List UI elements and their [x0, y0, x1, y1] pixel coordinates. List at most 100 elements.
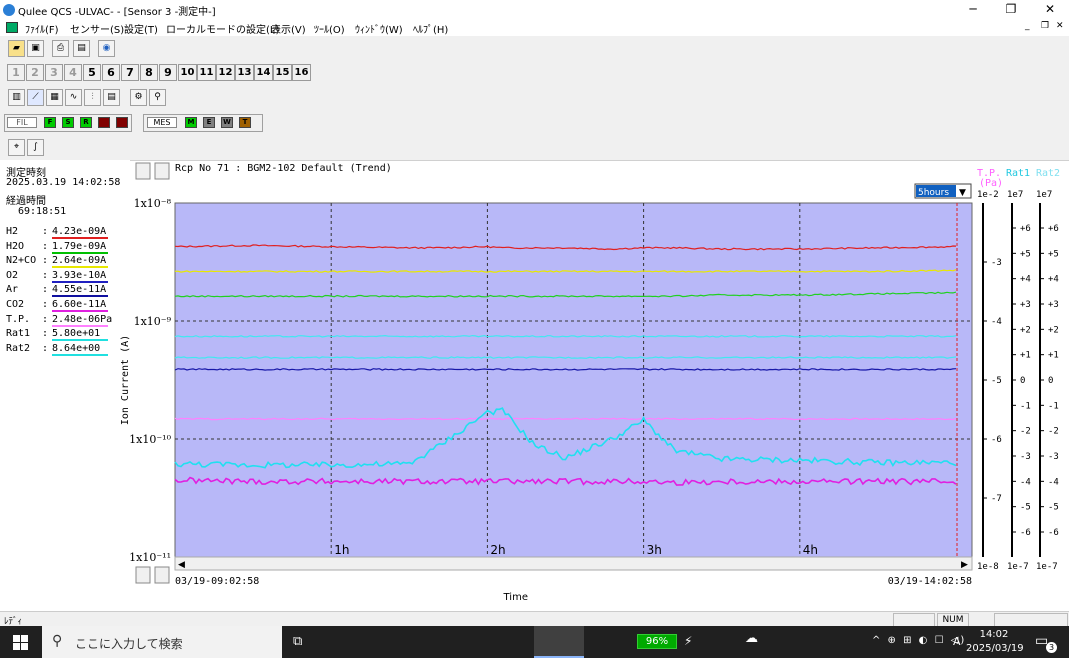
mdi-minimize-button[interactable]: _: [1025, 21, 1030, 31]
spectrum-graph-icon[interactable]: ▦: [46, 89, 63, 106]
rat2-axis-top: 1e7: [1036, 190, 1052, 200]
sensor-tab-9[interactable]: 9: [159, 64, 177, 81]
print-preview-icon[interactable]: ▤: [73, 40, 90, 57]
windows-start-icon[interactable]: [13, 635, 28, 650]
mdi-restore-button[interactable]: ❐: [1041, 21, 1049, 31]
rat2-tick-label: -3: [1048, 452, 1059, 462]
analog-graph-icon[interactable]: ∿: [65, 89, 82, 106]
chevron-down-icon[interactable]: ▼: [959, 188, 966, 198]
search-icon: ⚲: [52, 633, 63, 649]
sensor-tab-12[interactable]: 12: [216, 64, 235, 81]
sensor-tab-6[interactable]: 6: [102, 64, 120, 81]
mdi-doc-icon[interactable]: [6, 22, 18, 33]
scroll-up-down-button-1[interactable]: [135, 162, 151, 180]
menu-sensor[interactable]: センサー(S): [70, 21, 124, 36]
mdi-close-button[interactable]: ✕: [1056, 21, 1064, 31]
print-icon[interactable]: ⎙: [52, 40, 69, 57]
status-pane-1: [893, 613, 935, 627]
menu-view[interactable]: 表示(V): [271, 21, 306, 36]
sensor-tab-14[interactable]: 14: [254, 64, 273, 81]
trend-chart[interactable]: Rcp No 71 : BGM2-102 Default (Trend) 5hou…: [100, 160, 1069, 611]
sensor-tab-15[interactable]: 15: [273, 64, 292, 81]
scroll-up-down-button-4[interactable]: [154, 566, 170, 584]
sensor-tab-7[interactable]: 7: [121, 64, 139, 81]
sensor-tab-8[interactable]: 8: [140, 64, 158, 81]
fil-chip-dark-3[interactable]: [98, 117, 110, 128]
close-button[interactable]: ✕: [1035, 2, 1065, 16]
menu-file[interactable]: ﾌｧｲﾙ(F): [25, 21, 59, 36]
integral-icon[interactable]: ∫: [27, 139, 44, 156]
weather-icon[interactable]: ☁: [745, 631, 758, 646]
cursor-icon[interactable]: ⌖: [8, 139, 25, 156]
menu-tools[interactable]: ﾂｰﾙ(O): [314, 21, 345, 36]
reading-name: T.P.: [6, 313, 31, 325]
sensor-tab-5[interactable]: 5: [83, 64, 101, 81]
graph-settings-icon[interactable]: ⚙: [130, 89, 147, 106]
table-view-icon[interactable]: ▤: [103, 89, 120, 106]
menu-local-mode[interactable]: ローカルモードの設定(L): [166, 21, 279, 36]
reading-name: O2: [6, 269, 19, 281]
plot-area[interactable]: [174, 202, 973, 558]
sensor-tab-1[interactable]: 1: [7, 64, 25, 81]
mes-chip-M[interactable]: M: [185, 117, 197, 128]
clock-time[interactable]: 14:02: [970, 629, 1018, 640]
sensor-tab-4[interactable]: 4: [64, 64, 82, 81]
range-select-value: 5hours: [918, 188, 949, 198]
elapsed-time-value: 69:18:51: [18, 206, 67, 217]
tp-axis-top: 1e-2: [977, 190, 999, 200]
reading-colon: :: [42, 284, 49, 296]
reading-name: H2: [6, 226, 19, 237]
scroll-up-down-button-2[interactable]: [154, 162, 170, 180]
sensor-tab-2[interactable]: 2: [26, 64, 44, 81]
bar-graph-icon[interactable]: ▥: [8, 89, 25, 106]
minimize-button[interactable]: ─: [958, 2, 988, 16]
rat1-tick-label: +2: [1020, 325, 1031, 335]
sensor-tab-10[interactable]: 10: [178, 64, 197, 81]
rat1-axis-title: Rat1: [1006, 168, 1030, 179]
reading-colon: :: [42, 226, 49, 237]
sensor-tab-13[interactable]: 13: [235, 64, 254, 81]
mes-chip-W[interactable]: W: [221, 117, 233, 128]
sensor-tab-3[interactable]: 3: [45, 64, 63, 81]
mes-chip-T[interactable]: T: [239, 117, 251, 128]
menu-window[interactable]: ｳｨﾝﾄﾞｳ(W): [355, 21, 403, 36]
save-icon[interactable]: ▣: [27, 40, 44, 57]
clock-date[interactable]: 2025/03/19: [966, 643, 1024, 654]
about-icon[interactable]: ◉: [98, 40, 115, 57]
menu-settings[interactable]: 設定(T): [124, 21, 158, 36]
fil-chip-dark-4[interactable]: [116, 117, 128, 128]
scroll-left-icon[interactable]: ◀: [178, 560, 185, 570]
rat2-axis-title: Rat2: [1036, 168, 1060, 179]
scroll-up-down-button-3[interactable]: [135, 566, 151, 584]
app-icon: [3, 4, 15, 16]
rat2-tick-label: +1: [1048, 351, 1059, 361]
open-icon[interactable]: ▰: [8, 40, 25, 57]
reading-name: Rat2: [6, 342, 31, 354]
restore-button[interactable]: ❐: [996, 2, 1026, 16]
taskbar-search-box[interactable]: ⚲ ここに入力して検索: [42, 626, 282, 658]
fil-label: FIL: [7, 117, 37, 128]
y-tick-label: 1x10⁻⁸: [134, 197, 172, 210]
power-plug-icon: ⚡: [684, 634, 693, 648]
x-tick-label: 4h: [803, 543, 818, 557]
multi-graph-icon[interactable]: ⫶: [84, 89, 101, 106]
battery-indicator[interactable]: 96%: [637, 634, 677, 649]
fil-chip-R[interactable]: R: [80, 117, 92, 128]
mes-chip-E[interactable]: E: [203, 117, 215, 128]
zoom-icon[interactable]: ⚲: [149, 89, 166, 106]
tp-tick-label: -6: [991, 435, 1002, 445]
sensor-tab-16[interactable]: 16: [292, 64, 311, 81]
ime-indicator[interactable]: A: [953, 635, 961, 648]
trend-graph-icon[interactable]: ⟋: [27, 89, 44, 106]
rat2-tick-label: -6: [1048, 528, 1059, 538]
taskbar-app-qcs[interactable]: [534, 626, 584, 658]
rat1-tick-label: +5: [1020, 249, 1031, 259]
menu-help[interactable]: ﾍﾙﾌﾟ(H): [413, 21, 448, 36]
task-view-icon[interactable]: ⧉: [293, 634, 302, 649]
sensor-tab-11[interactable]: 11: [197, 64, 216, 81]
fil-chip-S[interactable]: S: [62, 117, 74, 128]
scroll-right-icon[interactable]: ▶: [961, 560, 968, 570]
horizontal-scrollbar[interactable]: [174, 556, 973, 571]
fil-chip-F[interactable]: F: [44, 117, 56, 128]
rat1-tick-label: -5: [1020, 503, 1031, 513]
